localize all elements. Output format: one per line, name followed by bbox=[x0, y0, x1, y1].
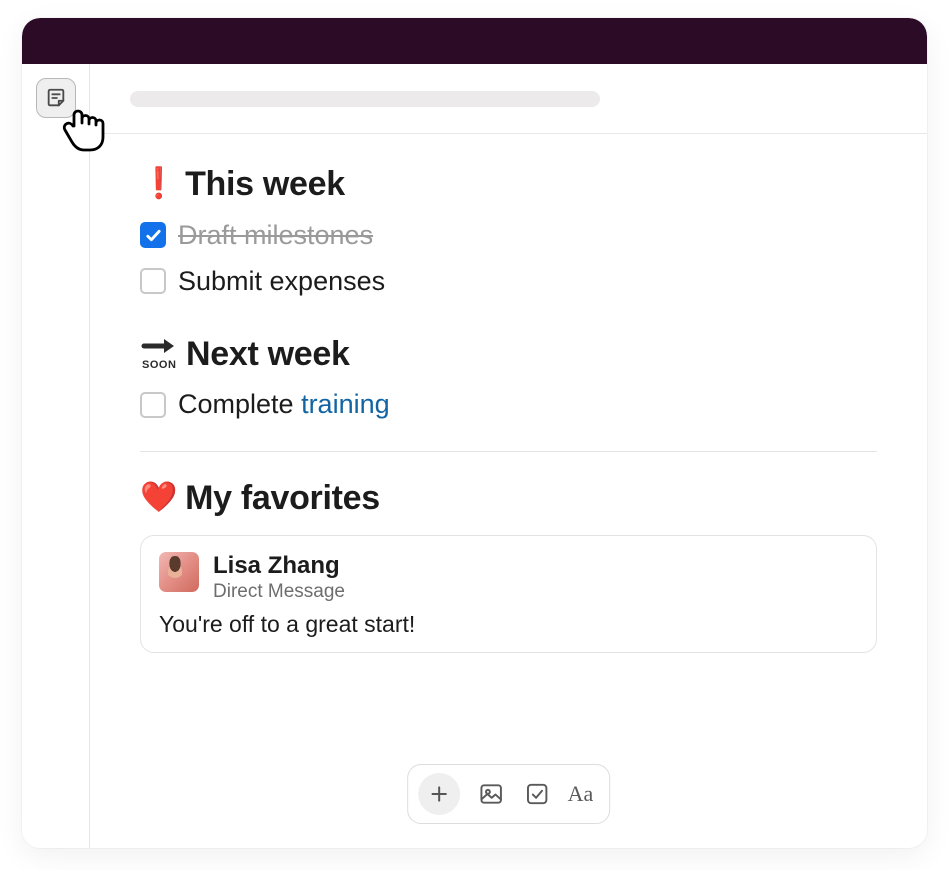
image-icon bbox=[478, 781, 504, 807]
task-row: Draft milestones bbox=[140, 217, 877, 253]
avatar bbox=[159, 552, 199, 592]
heart-emoji-icon: ❤️ bbox=[140, 483, 177, 513]
task-text: Complete training bbox=[178, 386, 390, 422]
task-checkbox[interactable] bbox=[140, 392, 166, 418]
format-text-button[interactable]: Aa bbox=[568, 781, 594, 807]
message-card[interactable]: Lisa Zhang Direct Message You're off to … bbox=[140, 535, 877, 654]
task-checkbox[interactable] bbox=[140, 268, 166, 294]
checklist-button[interactable] bbox=[522, 779, 552, 809]
message-author: Lisa Zhang bbox=[213, 552, 345, 580]
editor-toolbar: Aa bbox=[407, 764, 611, 824]
document-body: ❗ This week Draft milestones Submit expe… bbox=[90, 134, 927, 653]
add-button[interactable] bbox=[418, 773, 460, 815]
task-row: Submit expenses bbox=[140, 263, 877, 299]
task-checkbox[interactable] bbox=[140, 222, 166, 248]
heading-this-week: ❗ This week bbox=[140, 164, 877, 205]
task-text: Draft milestones bbox=[178, 217, 373, 253]
document-header bbox=[90, 64, 927, 134]
canvas-note-button[interactable] bbox=[36, 78, 76, 118]
svg-text:SOON: SOON bbox=[142, 359, 176, 371]
plus-icon bbox=[429, 784, 449, 804]
heading-favorites: ❤️ My favorites bbox=[140, 478, 877, 519]
divider bbox=[140, 451, 877, 452]
title-placeholder[interactable] bbox=[130, 91, 600, 107]
content-pane: ❗ This week Draft milestones Submit expe… bbox=[90, 64, 927, 848]
sidebar-left bbox=[22, 64, 90, 848]
task-text: Submit expenses bbox=[178, 263, 385, 299]
training-link[interactable]: training bbox=[301, 389, 390, 419]
main-area: ❗ This week Draft milestones Submit expe… bbox=[22, 64, 927, 848]
heading-favorites-text: My favorites bbox=[185, 478, 380, 519]
titlebar bbox=[22, 18, 927, 64]
message-body: You're off to a great start! bbox=[159, 611, 858, 638]
app-window: ❗ This week Draft milestones Submit expe… bbox=[22, 18, 927, 848]
task-row: Complete training bbox=[140, 386, 877, 422]
heading-this-week-text: This week bbox=[185, 164, 345, 205]
exclamation-emoji-icon: ❗ bbox=[140, 169, 177, 199]
soon-emoji-icon: SOON bbox=[140, 337, 178, 371]
heading-next-week-text: Next week bbox=[186, 334, 350, 375]
message-head: Lisa Zhang Direct Message bbox=[159, 552, 858, 604]
message-channel: Direct Message bbox=[213, 581, 345, 603]
heading-next-week: SOON Next week bbox=[140, 334, 877, 375]
checkbox-icon bbox=[524, 781, 550, 807]
image-button[interactable] bbox=[476, 779, 506, 809]
note-icon bbox=[45, 87, 67, 109]
